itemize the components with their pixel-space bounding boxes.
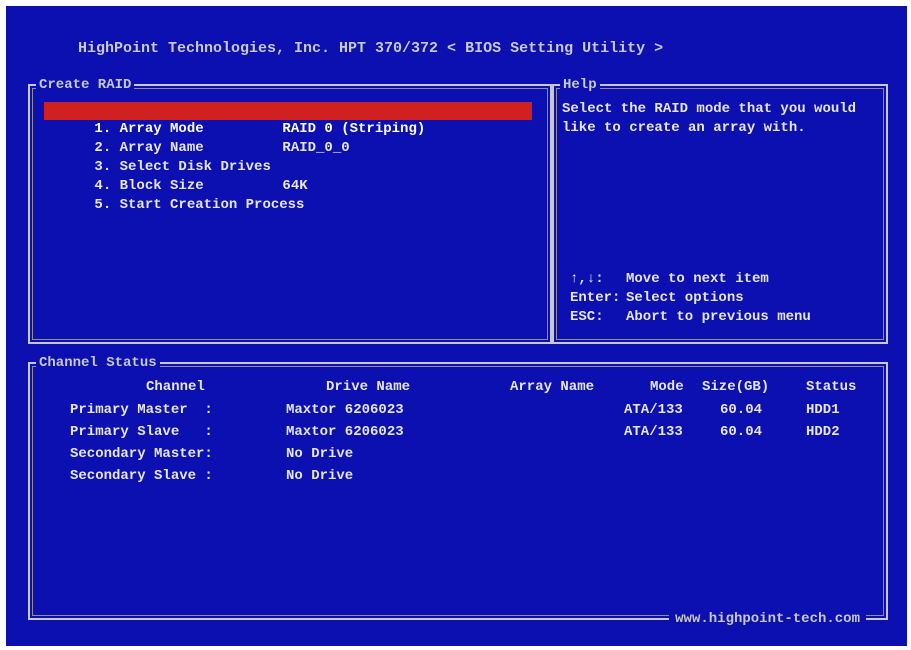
help-legend: Help bbox=[560, 76, 600, 94]
menu-item-array-mode[interactable]: 1. Array Mode RAID 0 (Striping) bbox=[44, 102, 532, 137]
channel-status-legend: Channel Status bbox=[36, 354, 160, 372]
size-cell: 60.04 bbox=[720, 424, 763, 440]
help-panel: Help Select the RAID mode that you would… bbox=[552, 76, 888, 344]
drive-cell: No Drive bbox=[286, 446, 354, 462]
create-raid-panel: Create RAID 1. Array Mode RAID 0 (Stripin… bbox=[28, 76, 552, 344]
website-footer: www.highpoint-tech.com bbox=[669, 610, 866, 628]
channel-cell: Secondary Slave : bbox=[70, 468, 213, 484]
bios-screen: HighPoint Technologies, Inc. HPT 370/372… bbox=[6, 6, 907, 646]
column-header-size: Size(GB) bbox=[702, 379, 770, 395]
column-header-mode: Mode bbox=[650, 379, 684, 395]
drive-cell: Maxtor 6206023 bbox=[286, 424, 404, 440]
channel-status-panel: Channel Status Channel Drive Name Array … bbox=[28, 354, 888, 628]
menu-item-select-disk-drives[interactable]: 3. Select Disk Drives bbox=[44, 140, 532, 175]
utility-title: HighPoint Technologies, Inc. HPT 370/372… bbox=[78, 40, 664, 57]
drive-cell: No Drive bbox=[286, 468, 354, 484]
table-row: Secondary Master: No Drive bbox=[70, 444, 353, 464]
menu-item-label: 5. Start Creation Process bbox=[94, 197, 305, 213]
menu-item-start-creation[interactable]: 5. Start Creation Process bbox=[44, 178, 532, 213]
drive-cell: Maxtor 6206023 bbox=[286, 402, 404, 418]
key-hint-desc: Select options bbox=[626, 290, 744, 306]
column-header-channel: Channel bbox=[146, 379, 205, 395]
key-hint-desc: Abort to previous menu bbox=[626, 309, 811, 325]
menu-item-array-name[interactable]: 2. Array Name RAID_0_0 bbox=[44, 121, 532, 156]
channel-cell: Primary Master : bbox=[70, 402, 213, 418]
menu-item-block-size[interactable]: 4. Block Size 64K bbox=[44, 159, 532, 194]
create-raid-legend: Create RAID bbox=[36, 76, 135, 94]
status-cell: HDD2 bbox=[806, 424, 840, 440]
column-header-drive-name: Drive Name bbox=[326, 379, 411, 395]
key-hint-key: ESC: bbox=[570, 309, 604, 325]
arrow-keys-icon: ↑,↓: bbox=[570, 271, 604, 287]
help-text: Select the RAID mode that you would like… bbox=[562, 101, 857, 136]
column-header-array-name: Array Name bbox=[510, 379, 595, 395]
mode-cell: ATA/133 bbox=[624, 424, 683, 440]
channel-cell: Secondary Master: bbox=[70, 446, 213, 462]
channel-cell: Primary Slave : bbox=[70, 424, 213, 440]
key-hint-desc: Move to next item bbox=[626, 271, 769, 287]
key-hint-enter: Enter: Select options bbox=[570, 289, 744, 308]
table-row: Primary Master : Maxtor 6206023 ATA/133 … bbox=[70, 400, 840, 420]
key-hint-esc: ESC: Abort to previous menu bbox=[570, 308, 811, 327]
size-cell: 60.04 bbox=[720, 402, 763, 418]
column-header-status: Status bbox=[806, 379, 857, 395]
key-hint-move: ↑,↓: Move to next item bbox=[570, 270, 769, 289]
key-hint-key: Enter: bbox=[570, 290, 621, 306]
table-row: Secondary Slave : No Drive bbox=[70, 466, 353, 486]
status-cell: HDD1 bbox=[806, 402, 840, 418]
mode-cell: ATA/133 bbox=[624, 402, 683, 418]
table-row: Primary Slave : Maxtor 6206023 ATA/133 6… bbox=[70, 422, 840, 442]
